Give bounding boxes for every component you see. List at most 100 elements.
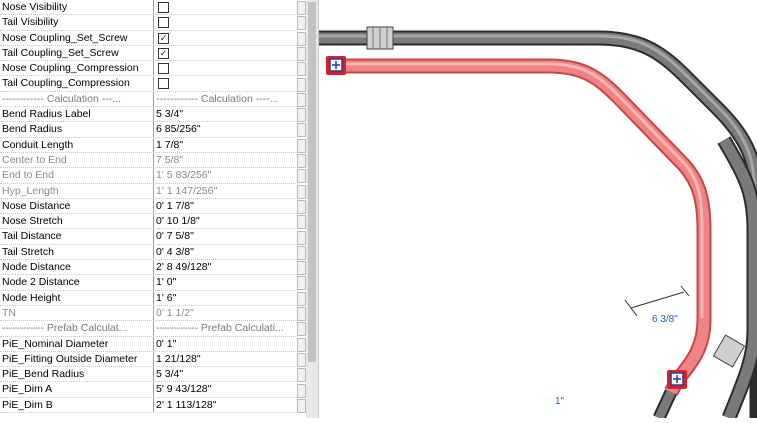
- column-divider: [153, 91, 154, 107]
- column-divider: [153, 122, 154, 137]
- associate-parameter-button[interactable]: [297, 184, 306, 199]
- property-checkbox[interactable]: [158, 17, 169, 29]
- associate-parameter-button[interactable]: [297, 291, 306, 306]
- group-header-row[interactable]: ------------ Prefab Calculat... ---------…: [0, 321, 296, 337]
- associate-parameter-button[interactable]: [297, 215, 306, 230]
- property-row-conduit-length[interactable]: Conduit Length 1 7/8": [0, 137, 296, 153]
- property-row-bend-radius-label[interactable]: Bend Radius Label 5 3/4": [0, 107, 296, 123]
- property-row-pie-nominal-diameter[interactable]: PiE_Nominal Diameter 0' 1": [0, 336, 296, 352]
- bend-dimension[interactable]: 6 3/8": [624, 285, 690, 325]
- property-row-end-to-end[interactable]: End to End 1' 5 83/256": [0, 168, 296, 184]
- property-row-node-height[interactable]: Node Height 1' 6": [0, 290, 296, 306]
- associate-parameter-button[interactable]: [297, 368, 306, 383]
- property-value[interactable]: 1 21/128": [156, 352, 296, 366]
- properties-scrollbar[interactable]: [306, 0, 318, 418]
- property-checkbox[interactable]: [158, 63, 169, 75]
- property-row-bend-radius[interactable]: Bend Radius 6 85/256": [0, 122, 296, 138]
- column-divider: [153, 30, 154, 45]
- associate-parameter-button[interactable]: [297, 108, 306, 123]
- conduit-selected[interactable]: [331, 58, 712, 396]
- property-row-pie-bend-radius[interactable]: PiE_Bend Radius 5 3/4": [0, 367, 296, 383]
- associate-parameter-button[interactable]: [297, 138, 306, 153]
- property-row-nose-coupling-compression[interactable]: Nose Coupling_Compression: [0, 61, 296, 77]
- model-view-canvas[interactable]: 6 3/8" 1": [319, 0, 757, 421]
- property-row-hyp-length[interactable]: Hyp_Length 1' 1 147/256": [0, 183, 296, 199]
- property-value[interactable]: 0' 1": [156, 337, 296, 351]
- property-value[interactable]: 2' 8 49/128": [156, 260, 296, 274]
- property-row-tn[interactable]: TN 0' 1 1/2": [0, 305, 296, 322]
- property-checkbox[interactable]: ✓: [158, 32, 169, 44]
- associate-parameter-button[interactable]: [297, 92, 306, 107]
- property-value[interactable]: 5 3/4": [156, 367, 296, 381]
- property-checkbox[interactable]: ✓: [158, 47, 169, 59]
- column-divider: [153, 229, 154, 244]
- property-value[interactable]: 0' 7 5/8": [156, 229, 296, 243]
- property-value[interactable]: 2' 1 113/128": [156, 398, 296, 412]
- property-checkbox[interactable]: [158, 78, 169, 90]
- associate-parameter-button[interactable]: [297, 154, 306, 168]
- associate-parameter-button[interactable]: [297, 123, 306, 138]
- associate-parameter-button[interactable]: [297, 352, 306, 367]
- property-row-nose-stretch[interactable]: Nose Stretch 0' 10 1/8": [0, 214, 296, 230]
- associate-parameter-button[interactable]: [297, 31, 306, 46]
- group-header-row[interactable]: ------------ Calculation ---... ---------…: [0, 91, 296, 108]
- property-value[interactable]: 0' 10 1/8": [156, 214, 296, 228]
- conduit-start-marker[interactable]: [326, 56, 346, 75]
- associate-parameter-button[interactable]: [297, 1, 306, 15]
- property-value[interactable]: 0' 1 7/8": [156, 199, 296, 213]
- property-row-node-2-distance[interactable]: Node 2 Distance 1' 0": [0, 275, 296, 291]
- associate-parameter-button[interactable]: [297, 383, 306, 398]
- property-value[interactable]: 1 7/8": [156, 138, 296, 152]
- bend-dimension-label[interactable]: 6 3/8": [652, 314, 678, 325]
- diameter-label[interactable]: 1": [555, 396, 565, 407]
- property-value[interactable]: 0' 4 3/8": [156, 245, 296, 259]
- property-row-tail-distance[interactable]: Tail Distance 0' 7 5/8": [0, 229, 296, 245]
- column-divider: [153, 336, 154, 351]
- property-row-tail-coupling-compression[interactable]: Tail Coupling_Compression: [0, 76, 296, 92]
- associate-parameter-button[interactable]: [297, 77, 306, 92]
- property-row-pie-dim-a[interactable]: PiE_Dim A 5' 9 43/128": [0, 382, 296, 398]
- column-divider: [153, 168, 154, 183]
- property-name: ------------ Prefab Calculat...: [2, 322, 128, 335]
- associate-parameter-button[interactable]: [297, 199, 306, 214]
- coupling-top[interactable]: [366, 26, 394, 50]
- associate-parameter-button[interactable]: [297, 245, 306, 260]
- associate-parameter-button[interactable]: [297, 230, 306, 245]
- property-value: ------------ Calculation ----...: [156, 92, 279, 105]
- property-row-pie-fitting-outside-diameter[interactable]: PiE_Fitting Outside Diameter 1 21/128": [0, 351, 296, 368]
- property-value[interactable]: 1' 6": [156, 291, 296, 305]
- conduit-end-marker[interactable]: [667, 370, 687, 389]
- column-divider: [153, 45, 154, 61]
- property-row-nose-coupling-set-screw[interactable]: Nose Coupling_Set_Screw ✓: [0, 30, 296, 46]
- property-row-tail-coupling-set-screw[interactable]: Tail Coupling_Set_Screw ✓: [0, 45, 296, 62]
- conduit-view[interactable]: 6 3/8" 1": [319, 0, 757, 421]
- associate-parameter-button[interactable]: [297, 46, 306, 61]
- property-value[interactable]: 6 85/256": [156, 122, 296, 136]
- column-divider: [153, 351, 154, 367]
- property-row-nose-distance[interactable]: Nose Distance 0' 1 7/8": [0, 198, 296, 215]
- associate-parameter-button[interactable]: [297, 276, 306, 291]
- property-name: Nose Distance: [2, 199, 71, 212]
- property-name: Hyp_Length: [2, 184, 59, 197]
- property-value[interactable]: 5 3/4": [156, 107, 296, 121]
- coupling-bottom[interactable]: [712, 334, 746, 368]
- property-row-center-to-end[interactable]: Center to End 7 5/8": [0, 152, 296, 169]
- property-row-tail-visibility[interactable]: Tail Visibility: [0, 15, 296, 31]
- associate-parameter-button[interactable]: [297, 322, 306, 337]
- property-row-tail-stretch[interactable]: Tail Stretch 0' 4 3/8": [0, 244, 296, 261]
- scrollbar-thumb[interactable]: [308, 2, 316, 362]
- associate-parameter-button[interactable]: [297, 169, 306, 184]
- associate-parameter-button[interactable]: [297, 16, 306, 31]
- property-name: Nose Stretch: [2, 215, 63, 228]
- property-value[interactable]: 5' 9 43/128": [156, 382, 296, 396]
- property-value[interactable]: 1' 0": [156, 275, 296, 289]
- associate-parameter-button[interactable]: [297, 307, 306, 321]
- property-row-pie-dim-b[interactable]: PiE_Dim B 2' 1 113/128": [0, 397, 296, 414]
- associate-parameter-button[interactable]: [297, 337, 306, 352]
- associate-parameter-button[interactable]: [297, 62, 306, 77]
- property-row-nose-visibility[interactable]: Nose Visibility: [0, 0, 296, 16]
- property-checkbox[interactable]: [158, 2, 169, 13]
- associate-parameter-button[interactable]: [297, 398, 306, 413]
- associate-parameter-button[interactable]: [297, 261, 306, 276]
- property-row-node-distance[interactable]: Node Distance 2' 8 49/128": [0, 260, 296, 276]
